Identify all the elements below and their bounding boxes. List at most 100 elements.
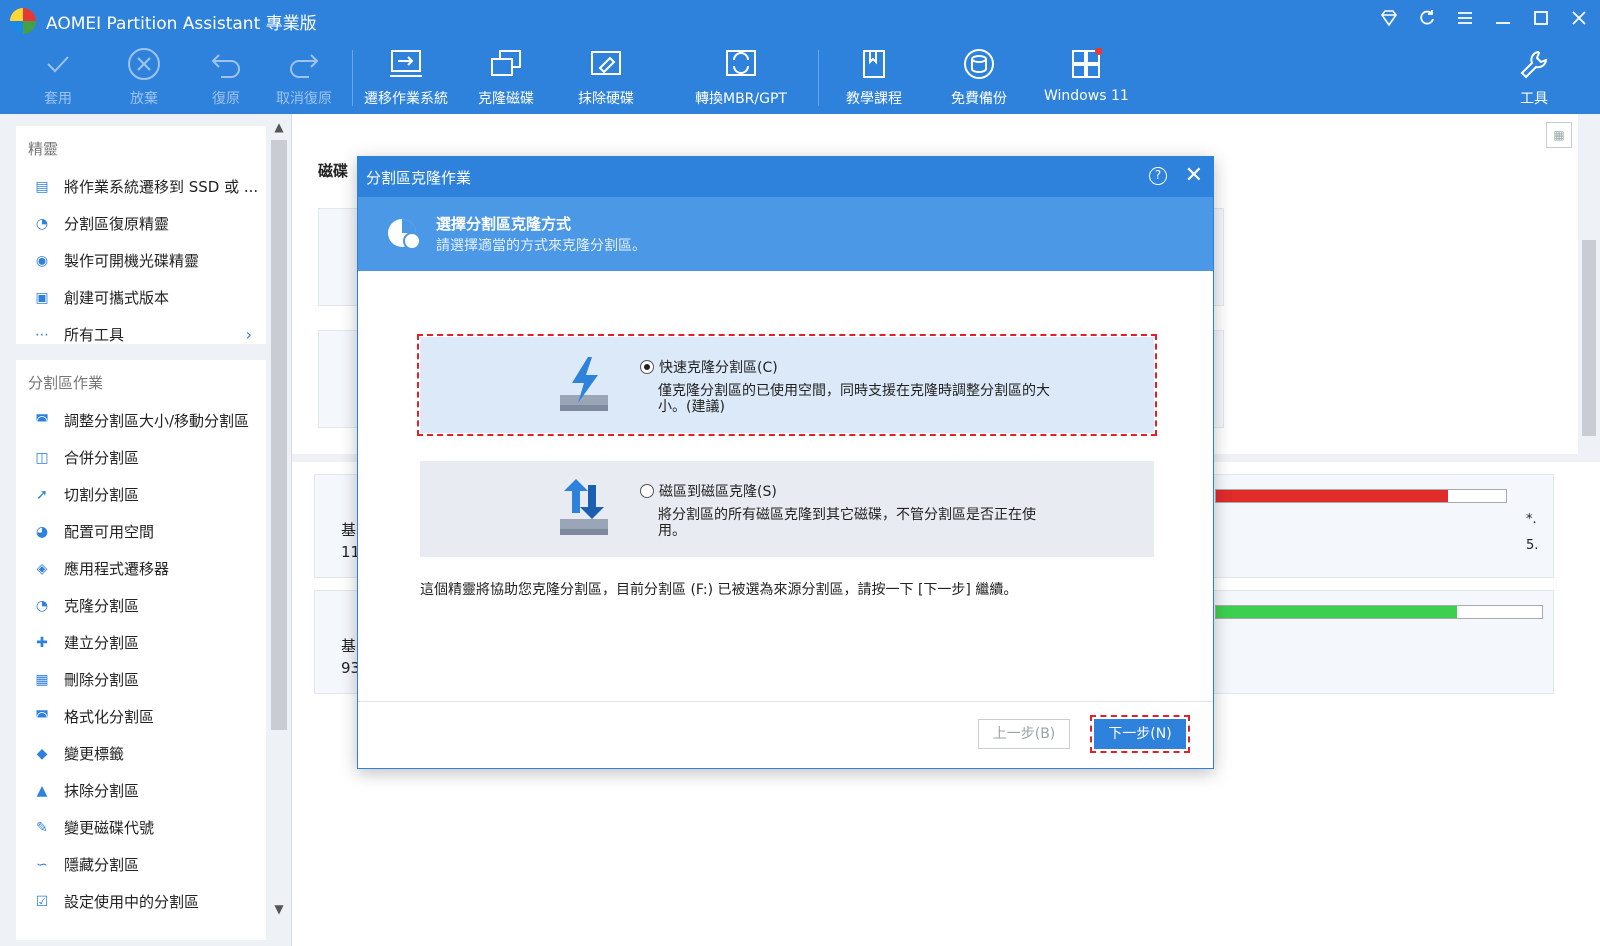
- sidebar-item-label: 合併分割區: [64, 449, 140, 467]
- radio-selected[interactable]: [640, 360, 654, 374]
- tutorial-button[interactable]: 教學課程: [846, 46, 902, 108]
- sidebar-item-label: 配置可用空間: [64, 523, 155, 541]
- tools-button[interactable]: 工具: [1514, 46, 1554, 108]
- sidebar-item[interactable]: ▦ 刪除分割區: [16, 661, 266, 698]
- migrate-os-button[interactable]: 遷移作業系統: [364, 46, 448, 108]
- sidebar-item-label: 刪除分割區: [64, 671, 140, 689]
- sidebar-item[interactable]: ◚ 調整分割區大小/移動分割區: [16, 402, 266, 439]
- windows11-button[interactable]: Windows 11: [1044, 46, 1129, 104]
- discard-icon: [124, 46, 164, 82]
- scrollbar-thumb[interactable]: [1582, 240, 1596, 436]
- sidebar-item[interactable]: ▤ 將作業系統遷移到 SSD 或 ...: [16, 168, 266, 205]
- usage-fill: [1216, 606, 1458, 618]
- sidebar-item-label: 建立分割區: [64, 634, 140, 652]
- book-icon: [854, 46, 894, 82]
- disk-type: 基: [341, 521, 357, 539]
- menu-icon[interactable]: [1454, 8, 1476, 30]
- wipe-disk-button[interactable]: 抹除硬碟: [578, 46, 634, 108]
- sector-clone-option[interactable]: 磁區到磁區克隆(S) 將分割區的所有磁區克隆到其它磁碟，不管分割區是否正在使用。: [420, 461, 1154, 557]
- sidebar-item[interactable]: ∽ 隱藏分割區: [16, 846, 266, 883]
- sidebar-item[interactable]: ◔ 克隆分割區: [16, 587, 266, 624]
- sidebar: 精靈 ▤ 將作業系統遷移到 SSD 或 ... ◔ 分割區復原精靈 ◉ 製作可開機光碟精靈…: [0, 114, 292, 946]
- redo-icon: [284, 46, 324, 82]
- convert-icon: [721, 46, 761, 82]
- check-icon: [38, 46, 78, 82]
- dialog-title: 分割區克隆作業: [366, 168, 472, 187]
- sidebar-item[interactable]: ✎ 變更磁碟代號: [16, 809, 266, 846]
- discard-button[interactable]: 放棄: [124, 46, 164, 108]
- sidebar-item[interactable]: ◫ 合併分割區: [16, 439, 266, 476]
- scroll-up-icon[interactable]: ▲: [268, 120, 290, 134]
- sidebar-item[interactable]: ▲ 抹除分割區: [16, 772, 266, 809]
- sidebar-item-label: 變更磁碟代號: [64, 819, 155, 837]
- banner-title: 選擇分割區克隆方式: [436, 215, 572, 233]
- sidebar-item-label: 調整分割區大小/移動分割區: [64, 412, 250, 430]
- upgrade-diamond-icon[interactable]: [1378, 8, 1400, 30]
- fast-clone-radio[interactable]: 快速克隆分割區(C): [640, 357, 778, 377]
- next-button[interactable]: 下一步(N): [1090, 715, 1190, 753]
- merge-partition-icon: ◫: [35, 449, 49, 466]
- wizard-note: 這個精靈將協助您克隆分割區，目前分割區 (F:) 已被選為來源分割區，請按一下 …: [420, 582, 1018, 598]
- sector-clone-radio[interactable]: 磁區到磁區克隆(S): [640, 481, 777, 501]
- scrollbar-thumb[interactable]: [271, 140, 287, 730]
- portable-version-icon: ▣: [35, 289, 49, 306]
- resize-partition-icon: ◚: [35, 412, 49, 429]
- window-controls: [1378, 8, 1590, 30]
- sidebar-item[interactable]: ◈ 應用程式遷移器: [16, 550, 266, 587]
- clone-partition-dialog: 分割區克隆作業 ? ✕ 選擇分割區克隆方式 請選擇適當的方式來克隆分割區。 快速…: [357, 156, 1214, 769]
- scroll-down-icon[interactable]: ▼: [268, 902, 290, 916]
- redo-button[interactable]: 取消復原: [276, 46, 332, 108]
- sidebar-item[interactable]: ▣ 創建可攜式版本: [16, 279, 266, 316]
- sidebar-item[interactable]: ◔ 分割區復原精靈: [16, 205, 266, 242]
- dialog-banner: 選擇分割區克隆方式 請選擇適當的方式來克隆分割區。: [358, 197, 1213, 271]
- help-icon[interactable]: ?: [1149, 167, 1167, 185]
- chevron-right-icon: ›: [245, 325, 252, 344]
- close-icon[interactable]: [1568, 8, 1590, 30]
- allocate-space-icon: ◕: [35, 523, 49, 540]
- sidebar-item[interactable]: ➚ 切割分割區: [16, 476, 266, 513]
- wipe-partition-icon: ▲: [36, 782, 48, 799]
- refresh-icon[interactable]: [1416, 8, 1438, 30]
- sidebar-item-label: 製作可開機光碟精靈: [64, 252, 200, 270]
- usage-bar: [1215, 605, 1543, 619]
- title-bar: AOMEI Partition Assistant 專業版: [0, 0, 1600, 42]
- sidebar-item-label: 分割區復原精靈: [64, 215, 170, 233]
- sidebar-item[interactable]: ☑ 設定使用中的分割區: [16, 883, 266, 920]
- windows-icon: [1066, 46, 1106, 82]
- more-tools-icon: ⋯: [35, 326, 49, 343]
- back-button[interactable]: 上一步(B): [978, 719, 1070, 749]
- sidebar-item-label: 變更標籤: [64, 745, 125, 763]
- app-logo-icon: [10, 8, 36, 34]
- toolbar-separator: [352, 50, 353, 106]
- radio-unselected[interactable]: [640, 484, 654, 498]
- sidebar-item[interactable]: ◉ 製作可開機光碟精靈: [16, 242, 266, 279]
- main-scrollbar[interactable]: [1578, 114, 1600, 454]
- fast-clone-option[interactable]: 快速克隆分割區(C) 僅克隆分割區的已使用空間，同時支援在克隆時調整分割區的大小…: [417, 334, 1157, 436]
- sidebar-item-label: 設定使用中的分割區: [64, 893, 200, 911]
- apply-button[interactable]: 套用: [38, 46, 78, 108]
- clone-disk-button[interactable]: 克隆磁碟: [478, 46, 534, 108]
- free-backup-button[interactable]: 免費備份: [951, 46, 1007, 108]
- sidebar-item[interactable]: ◚ 格式化分割區: [16, 698, 266, 735]
- partition-ops-panel: 分割區作業 ◚ 調整分割區大小/移動分割區 ◫ 合併分割區 ➚ 切割分割區 ◕ 配置可用空間 ◈…: [16, 360, 266, 940]
- info-star: *.: [1526, 512, 1537, 527]
- hide-partition-icon: ∽: [36, 856, 48, 873]
- sidebar-item[interactable]: ◕ 配置可用空間: [16, 513, 266, 550]
- sidebar-item[interactable]: ⋯ 所有工具 ›: [16, 316, 266, 353]
- clone-partition-icon: [388, 219, 421, 250]
- backup-icon: [959, 46, 999, 82]
- sidebar-item[interactable]: ◆ 變更標籤: [16, 735, 266, 772]
- undo-button[interactable]: 復原: [206, 46, 246, 108]
- view-toggle-icon[interactable]: ▦: [1546, 122, 1572, 148]
- sidebar-scrollbar[interactable]: ▲ ▼: [268, 114, 290, 946]
- sidebar-item[interactable]: ✚ 建立分割區: [16, 624, 266, 661]
- maximize-icon[interactable]: [1530, 8, 1552, 30]
- minimize-icon[interactable]: [1492, 8, 1514, 30]
- dialog-close-icon[interactable]: ✕: [1185, 163, 1203, 188]
- option-title: 磁區到磁區克隆(S): [659, 484, 777, 500]
- wipe-disk-icon: [586, 46, 626, 82]
- bootable-media-icon: ◉: [35, 252, 49, 269]
- convert-mbr-gpt-button[interactable]: 轉換MBR/GPT: [695, 46, 787, 108]
- change-drive-letter-icon: ✎: [36, 819, 48, 836]
- change-label-icon: ◆: [36, 745, 48, 762]
